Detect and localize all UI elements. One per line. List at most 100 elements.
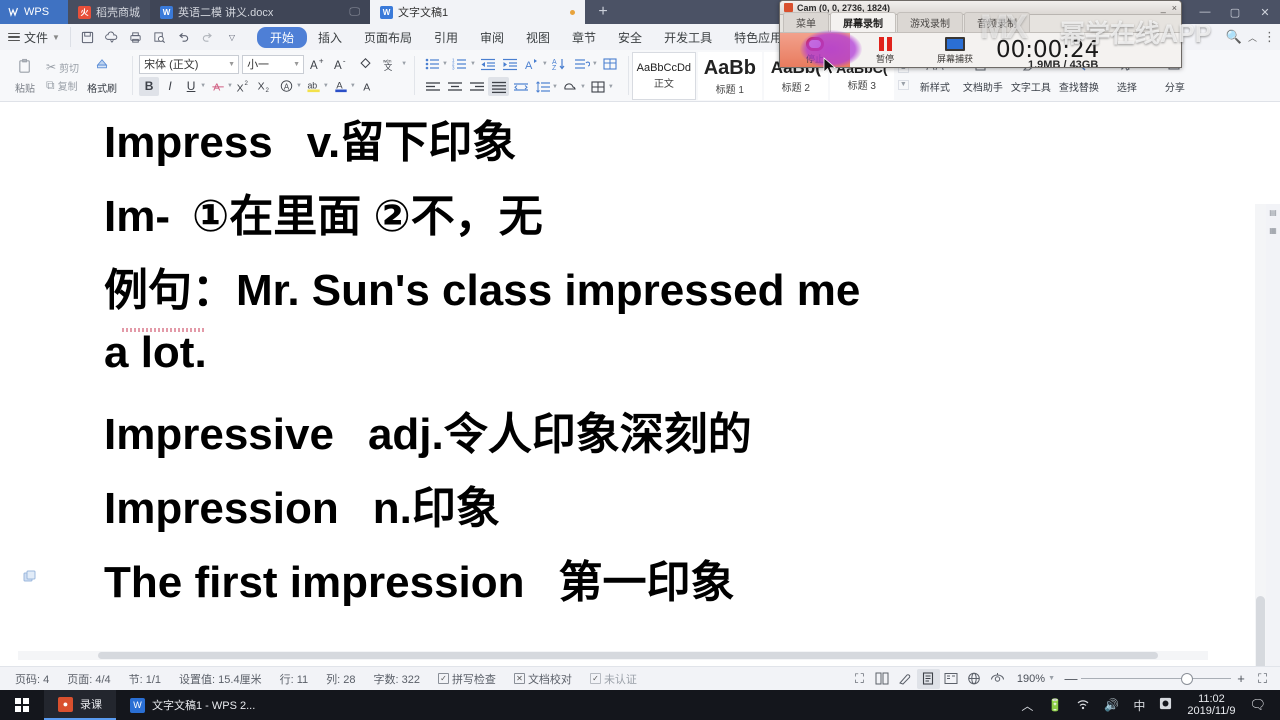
chevron-down-icon[interactable]: ▼ [442,61,448,67]
more-icon[interactable]: ⋮ [1263,29,1276,45]
borders-icon[interactable] [588,77,609,96]
ribbon-tab-security[interactable]: 安全 [607,27,653,48]
numbered-list-icon[interactable]: 123 [450,54,471,73]
font-color-button[interactable]: A [331,77,351,96]
screen-recorder-window[interactable]: Cam (0, 0, 2736, 1824) _ × 菜单 屏幕录制 游戏录制 … [779,0,1182,68]
font-family-select[interactable]: 宋体 (正文) ▼ [139,54,240,74]
taskbar-item-recorder[interactable]: ● 录课 [44,690,116,720]
fullscreen-icon[interactable]: ⛶ [848,669,871,689]
maximize-button[interactable]: ▢ [1220,6,1250,19]
copy-button[interactable]: ⧉ 复制 [46,78,79,93]
notification-icon[interactable]: 🗨 [1243,697,1276,713]
document-page[interactable]: Impress v.留下印象 Im- ①在里面 ②不，无 例句：Mr. Sun's … [18,108,1250,660]
horizontal-scroll-thumb[interactable] [98,652,1158,659]
horizontal-scrollbar[interactable] [18,651,1208,660]
file-menu-button[interactable]: 文件 ▼ [0,29,66,46]
ime-indicator[interactable]: 中 [1126,697,1152,714]
ribbon-tab-review[interactable]: 审阅 [469,27,515,48]
recorder-tab-game[interactable]: 游戏录制 [897,12,963,32]
recorder-stop-button[interactable]: 停止 [780,32,850,67]
zoom-slider[interactable] [1081,672,1231,686]
align-left-icon[interactable] [422,77,443,96]
status-spellcheck[interactable]: ✓ 拼写检查 [429,671,505,687]
increase-indent-icon[interactable] [500,54,521,73]
status-unverified[interactable]: ✓ 未认证 [581,671,646,687]
edit-pen-icon[interactable] [894,669,917,689]
chevron-down-icon[interactable]: ▼ [608,84,614,90]
chevron-down-icon[interactable]: ▼ [296,83,302,89]
underline-button[interactable]: U [181,77,201,96]
distribute-icon[interactable] [510,77,531,96]
wifi-icon[interactable] [1069,698,1097,713]
chevron-down-icon[interactable]: ▼ [401,61,407,67]
reading-layout-icon[interactable] [940,669,963,689]
tab-document-2[interactable]: W 文字文稿1 [370,0,585,24]
ribbon-tab-insert[interactable]: 插入 [307,27,353,48]
zoom-in-button[interactable]: + [1231,671,1251,686]
ribbon-tab-view[interactable]: 视图 [515,27,561,48]
align-center-icon[interactable] [444,77,465,96]
wps-home-button[interactable]: WPS [0,0,68,24]
status-word-count[interactable]: 字数: 322 [364,671,428,687]
chevron-down-icon[interactable]: ▼ [227,83,233,89]
redo-icon[interactable] [197,27,219,47]
cut-button[interactable]: ✂ 剪切 [46,60,79,75]
style-heading-1[interactable]: AaBb 标题 1 [697,52,762,100]
web-layout-icon[interactable] [963,669,986,689]
strikethrough-button[interactable]: A [208,77,228,96]
chevron-down-icon[interactable]: ▼ [350,83,356,89]
chevron-down-icon[interactable]: ▼ [592,61,598,67]
show-paragraph-marks-icon[interactable] [572,54,593,73]
recorder-close-button[interactable]: × [1172,3,1177,13]
recorder-tab-audio[interactable]: 音频录制 [964,12,1030,32]
superscript-button[interactable]: X2 [235,77,255,96]
recorder-tab-menu[interactable]: 菜单 [783,12,829,32]
chevron-down-icon[interactable]: ▼ [1048,675,1061,682]
taskbar-clock[interactable]: 11:02 2019/11/9 [1179,693,1243,717]
start-button[interactable] [0,690,44,720]
grow-font-button[interactable]: A + [307,55,328,74]
recorder-pause-button[interactable]: 暂停 [850,33,920,68]
pinyin-guide-button[interactable]: wén 文 [379,55,400,74]
chevron-down-icon[interactable]: ▼ [552,84,558,90]
search-icon[interactable]: 🔍 [1226,29,1242,45]
highlight-button[interactable]: ab [304,77,324,96]
ribbon-tab-section[interactable]: 章节 [561,27,607,48]
side-tool-chart-icon[interactable]: ▦ [1269,226,1277,235]
zoom-slider-knob[interactable] [1181,672,1193,685]
cloud-sync-icon[interactable] [101,27,123,47]
recorder-capture-button[interactable]: 屏幕捕获 [920,33,990,68]
chevron-down-icon[interactable]: ▼ [470,61,476,67]
recorder-tab-screen[interactable]: 屏幕录制 [830,12,896,32]
zoom-level-label[interactable]: 190% [1009,673,1048,685]
sort-icon[interactable]: AZ [550,54,571,73]
bold-button[interactable]: B [139,76,160,96]
side-tool-layout-icon[interactable]: ▤ [1269,208,1277,217]
recorder-minimize-button[interactable]: _ [1161,3,1166,13]
style-normal[interactable]: AaBbCcDd 正文 [631,52,696,100]
asian-layout-icon[interactable]: A [522,54,543,73]
subscript-button[interactable]: X2 [256,77,276,96]
bullet-list-icon[interactable] [422,54,443,73]
document-canvas[interactable]: Impress v.留下印象 Im- ①在里面 ②不，无 例句：Mr. Sun's … [0,102,1280,720]
taskbar-item-wps[interactable]: W 文字文稿1 - WPS 2... [116,690,269,720]
italic-button[interactable]: I [160,77,180,96]
print-icon[interactable] [125,27,147,47]
format-painter-button[interactable]: 格式刷 [79,51,125,101]
ribbon-tab-page-layout[interactable]: 页面布局 [353,27,423,48]
line-spacing-icon[interactable] [532,77,553,96]
table-tool-icon[interactable] [600,54,621,73]
tab-document-1[interactable]: W 英语二模 讲义.docx 🖵 [150,0,370,24]
print-preview-icon[interactable] [149,27,171,47]
fit-page-icon[interactable]: ⛶ [1251,669,1274,689]
char-border-button[interactable]: A [277,77,297,96]
camera-icon[interactable] [1152,697,1179,713]
clear-format-icon[interactable] [355,55,376,74]
chevron-up-icon[interactable]: ︿ [1014,697,1040,714]
vertical-scroll-thumb[interactable] [1256,596,1265,674]
shrink-font-button[interactable]: A- [331,55,352,74]
tab-mall[interactable]: 火 稻壳商城 [68,0,150,24]
paste-button[interactable]: 粘贴 [4,51,46,101]
close-button[interactable]: ✕ [1250,6,1280,19]
collapse-ribbon-icon[interactable]: ︿ [1248,31,1257,44]
